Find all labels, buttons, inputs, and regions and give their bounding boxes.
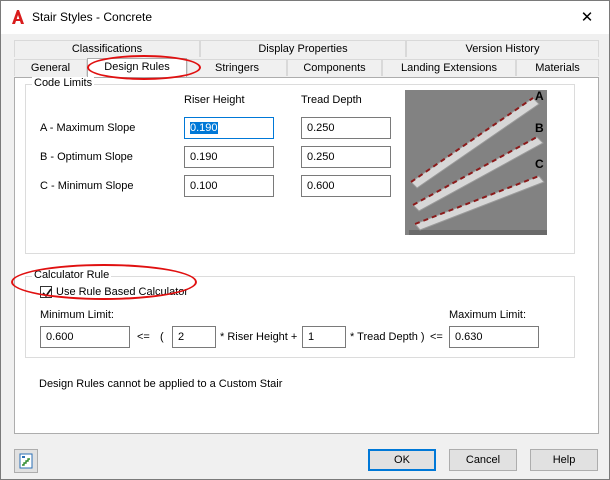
lte-operator-1: <= <box>137 331 150 343</box>
design-rules-panel: Code Limits Riser Height Tread Depth A -… <box>14 77 599 434</box>
checkmark-icon <box>42 288 52 298</box>
maximum-limit-field[interactable]: 0.630 <box>449 326 539 348</box>
tab-landing-extensions[interactable]: Landing Extensions <box>382 59 516 76</box>
max-slope-riser-field[interactable]: 0.190 <box>184 117 274 139</box>
tab-components[interactable]: Components <box>287 59 382 76</box>
max-slope-tread-field[interactable]: 0.250 <box>301 117 391 139</box>
use-rule-label[interactable]: Use Rule Based Calculator <box>56 286 188 298</box>
calculator-rule-legend: Calculator Rule <box>32 269 112 281</box>
riser-height-term: * Riser Height + <box>220 331 298 343</box>
tread-depth-term: * Tread Depth ) <box>350 331 425 343</box>
min-slope-riser-field[interactable]: 0.100 <box>184 175 274 197</box>
riser-height-header: Riser Height <box>184 94 245 106</box>
title-bar[interactable]: Stair Styles - Concrete ✕ <box>1 1 609 34</box>
autocad-a-icon <box>10 9 26 25</box>
slope-c-label: C <box>535 157 544 171</box>
slope-a-label: A <box>535 89 544 103</box>
maximum-limit-label: Maximum Limit: <box>449 309 527 321</box>
custom-stair-note: Design Rules cannot be applied to a Cust… <box>39 378 283 390</box>
cancel-button[interactable]: Cancel <box>449 449 517 471</box>
opt-slope-riser-field[interactable]: 0.190 <box>184 146 274 168</box>
use-rule-checkbox[interactable] <box>40 286 52 298</box>
dialog-client: Classifications Display Properties Versi… <box>1 34 609 479</box>
stair-style-icon <box>19 453 33 469</box>
lte-operator-2: <= <box>430 331 443 343</box>
tab-stringers[interactable]: Stringers <box>187 59 287 76</box>
minimum-limit-label: Minimum Limit: <box>40 309 114 321</box>
opt-slope-tread-field[interactable]: 0.250 <box>301 146 391 168</box>
max-slope-riser-value: 0.190 <box>190 122 218 134</box>
tab-materials[interactable]: Materials <box>516 59 599 76</box>
tab-version-history[interactable]: Version History <box>406 40 599 57</box>
tread-multiplier-field[interactable]: 1 <box>302 326 346 348</box>
stair-style-button[interactable] <box>14 449 38 473</box>
dialog-window: Stair Styles - Concrete ✕ Classification… <box>0 0 610 480</box>
tab-design-rules[interactable]: Design Rules <box>87 58 187 77</box>
stair-slopes-image: A B C <box>405 89 547 235</box>
slope-b-label: B <box>535 121 544 135</box>
tread-depth-header: Tread Depth <box>301 94 362 106</box>
calculator-rule-group: Calculator Rule Use Rule Based Calculato… <box>25 269 575 358</box>
code-limits-legend: Code Limits <box>32 77 95 89</box>
open-paren: ( <box>160 331 164 343</box>
tab-general[interactable]: General <box>14 59 87 76</box>
max-slope-label: A - Maximum Slope <box>40 122 136 134</box>
close-button[interactable]: ✕ <box>575 7 599 29</box>
help-button[interactable]: Help <box>530 449 598 471</box>
min-slope-label: C - Minimum Slope <box>40 180 134 192</box>
riser-multiplier-field[interactable]: 2 <box>172 326 216 348</box>
ok-button[interactable]: OK <box>368 449 436 471</box>
opt-slope-label: B - Optimum Slope <box>40 151 133 163</box>
min-slope-tread-field[interactable]: 0.600 <box>301 175 391 197</box>
window-title: Stair Styles - Concrete <box>32 10 153 24</box>
tab-classifications[interactable]: Classifications <box>14 40 200 57</box>
tab-display-properties[interactable]: Display Properties <box>200 40 406 57</box>
minimum-limit-field[interactable]: 0.600 <box>40 326 130 348</box>
